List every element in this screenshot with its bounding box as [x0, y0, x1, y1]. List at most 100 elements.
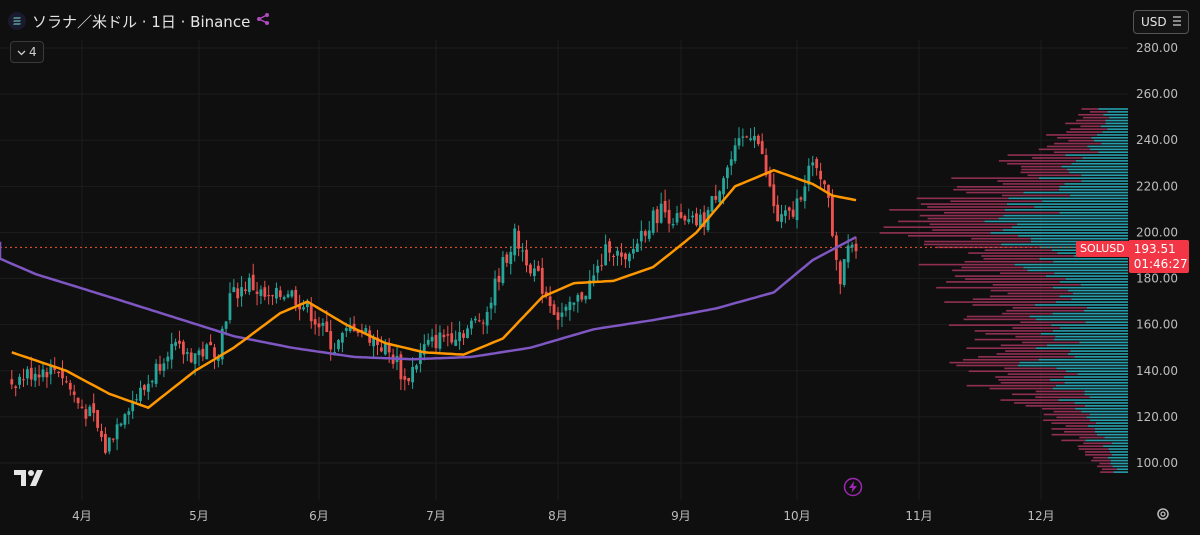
candle-body: [33, 373, 37, 381]
candle-body: [255, 291, 259, 294]
volume-profile-bar: [936, 246, 1040, 249]
volume-profile-bar: [1019, 361, 1128, 364]
indicator-toggle-button[interactable]: 4: [10, 41, 44, 63]
candle-body: [224, 321, 228, 329]
candle-body: [458, 332, 462, 342]
volume-profile-bar: [1065, 370, 1128, 373]
volume-profile-bar: [1015, 335, 1056, 338]
candle-body: [628, 253, 631, 262]
chart-title: ソラナ／米ドル · 1日 · Binance: [32, 12, 251, 31]
volume-profile-bar: [1056, 367, 1128, 370]
price-chart[interactable]: 100.00 120.00 140.00 160.00 180.00 200.00 220.…: [0, 0, 1200, 531]
volume-profile-bar: [972, 298, 1072, 301]
volume-profile-bar: [966, 315, 1030, 318]
bolt-icon[interactable]: [843, 477, 863, 497]
candle-body: [174, 342, 177, 346]
candle-body: [263, 287, 267, 297]
volume-profile-bar: [1011, 393, 1085, 396]
candle-body: [236, 288, 240, 299]
volume-profile-bar: [1018, 235, 1128, 237]
volume-profile-bar: [1086, 307, 1128, 309]
candle-body: [228, 293, 232, 321]
volume-profile-bar: [1081, 174, 1128, 177]
volume-profile-bar: [1095, 430, 1128, 433]
candle-body: [143, 385, 146, 390]
candle-body: [438, 332, 442, 349]
volume-profile-bar: [1054, 338, 1128, 341]
candle-body: [127, 411, 131, 415]
candle-body: [560, 312, 564, 317]
candle-body: [407, 378, 411, 382]
candle-body: [205, 344, 209, 360]
gear-icon[interactable]: [1155, 506, 1171, 522]
candle-body: [442, 334, 446, 338]
candle-body: [29, 367, 33, 380]
candle-body: [403, 376, 407, 380]
volume-profile-bar: [1084, 405, 1128, 407]
volume-profile-bar: [1061, 165, 1128, 168]
volume-profile-bar: [951, 177, 1039, 179]
candle-body: [84, 409, 88, 419]
chart-area[interactable]: 100.00 120.00 140.00 160.00 180.00 200.00 220.…: [0, 0, 1200, 531]
candle-body: [154, 363, 158, 384]
volume-profile-bar: [1105, 122, 1128, 125]
candle-body: [850, 244, 854, 248]
candle-body: [710, 196, 714, 212]
volume-profile-bar: [932, 229, 1003, 231]
volume-profile-bar: [1051, 324, 1128, 326]
price-tag-price: 193.51: [1133, 241, 1176, 256]
volume-profile-bar: [1110, 459, 1128, 462]
volume-profile-bar: [1097, 465, 1113, 468]
candle-body: [240, 287, 243, 297]
candle-body: [772, 184, 776, 207]
volume-profile-bar: [954, 275, 1046, 277]
candle-body: [166, 356, 170, 362]
volume-profile-bar: [961, 266, 1024, 269]
volume-profile-bar: [1038, 177, 1128, 179]
volume-profile-bar: [1004, 367, 1057, 370]
volume-profile-bar: [1103, 445, 1128, 447]
volume-profile-bar: [1073, 292, 1128, 295]
volume-profile-bar: [1084, 451, 1110, 453]
volume-profile-bar: [1054, 142, 1102, 145]
volume-profile-bar: [1046, 145, 1088, 148]
volume-profile-bar: [1001, 194, 1070, 197]
volume-profile-bar: [997, 180, 1082, 182]
candle-body: [780, 214, 783, 222]
currency-select[interactable]: USD: [1133, 10, 1189, 34]
volume-profile-bar: [1086, 416, 1128, 419]
volume-profile-bar: [1035, 390, 1085, 393]
candle-body: [489, 302, 493, 309]
volume-profile-bar: [1107, 456, 1128, 459]
candle-body: [92, 403, 96, 413]
volume-profile-bar: [1052, 387, 1128, 390]
candle-body: [815, 159, 819, 169]
volume-profile-bar: [889, 209, 1005, 211]
x-tick-label: 5月: [189, 509, 209, 523]
candle-body: [290, 290, 294, 297]
tradingview-logo-icon[interactable]: [14, 468, 46, 492]
volume-profile-bar: [968, 252, 1058, 254]
candle-body: [259, 289, 263, 296]
volume-profile-bar: [1093, 456, 1108, 459]
y-tick-label: 140.00: [1136, 364, 1178, 378]
candle-body: [620, 252, 623, 257]
volume-profile-bar: [981, 255, 1074, 257]
volume-profile-bar: [1098, 108, 1128, 110]
volume-profile-bar: [952, 269, 1028, 272]
volume-profile-bar: [936, 286, 1054, 289]
volume-profile-bar: [1077, 445, 1104, 447]
volume-profile-bar: [1064, 381, 1128, 384]
volume-profile-bar: [1051, 422, 1096, 424]
share-icon[interactable]: [256, 12, 270, 30]
volume-profile-bar: [1083, 442, 1112, 445]
volume-profile-bar: [923, 243, 1002, 246]
candle-body: [146, 383, 150, 392]
chart-header: ソラナ／米ドル · 1日 · Binance: [8, 6, 270, 36]
y-tick-label: 280.00: [1136, 41, 1178, 55]
candle-body: [552, 304, 556, 315]
volume-profile-bar: [1070, 128, 1108, 130]
volume-profile-bar: [1091, 137, 1128, 139]
candle-body: [756, 135, 760, 145]
candle-body: [831, 196, 834, 236]
